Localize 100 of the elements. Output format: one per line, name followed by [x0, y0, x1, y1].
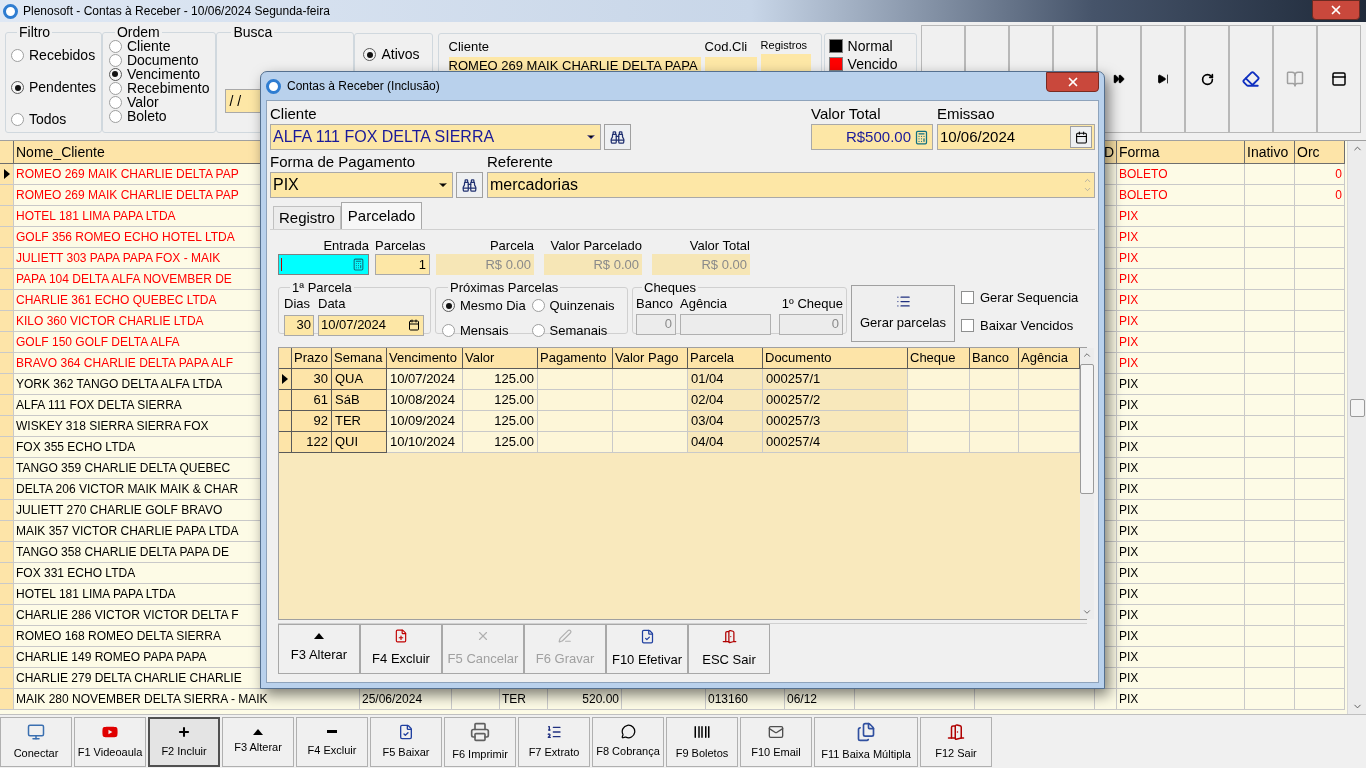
table-cell: 000257/4: [763, 432, 908, 453]
radio-button[interactable]: Mesmo Dia: [442, 296, 532, 316]
count-field[interactable]: [760, 54, 811, 71]
radio-button[interactable]: Pendentes: [11, 77, 96, 98]
generate-button[interactable]: Gerar parcelas: [851, 285, 955, 342]
payment-combobox[interactable]: PIX: [270, 172, 453, 198]
column-header[interactable]: Cheque: [908, 348, 970, 369]
table-cell: PIX: [1117, 353, 1245, 374]
text-area[interactable]: mercadorias: [487, 172, 1095, 198]
column-header[interactable]: Agência: [1019, 348, 1080, 369]
radio-button[interactable]: Documento: [108, 53, 210, 67]
radio-button[interactable]: Recebimento: [108, 81, 210, 95]
column-header[interactable]: Prazo: [292, 348, 332, 369]
scrollbar[interactable]: [1347, 141, 1366, 714]
table-cell: PIX: [1117, 290, 1245, 311]
table-cell: BOLETO: [1117, 164, 1245, 185]
calculator-icon[interactable]: [914, 129, 929, 145]
toolbar-button[interactable]: F4 Excluir: [296, 717, 368, 767]
radio-button[interactable]: Quinzenais: [531, 296, 621, 316]
radio-button[interactable]: Valor: [108, 95, 210, 109]
column-header[interactable]: Semana: [332, 348, 387, 369]
scrollbar[interactable]: [1080, 348, 1094, 619]
toolbar-button[interactable]: F6 Imprimir: [444, 717, 516, 767]
checkbox[interactable]: Baixar Vencidos: [961, 315, 1079, 335]
table-cell: PIX: [1117, 647, 1245, 668]
column-header[interactable]: Banco: [970, 348, 1019, 369]
table-cell: PIX: [1117, 437, 1245, 458]
radio-button[interactable]: Semanais: [531, 320, 621, 340]
toolbar-button[interactable]: F1 Videoaula: [74, 717, 146, 767]
toolbar-button[interactable]: Conectar: [0, 717, 72, 767]
field-label: Agência: [680, 295, 728, 313]
legend-label: Normal: [847, 36, 893, 56]
table-cell: 000257/1: [763, 369, 908, 390]
date-field[interactable]: 10/07/2024: [318, 314, 424, 336]
column-header[interactable]: Valor Pago: [613, 348, 688, 369]
column-header[interactable]: Valor: [463, 348, 538, 369]
action-button[interactable]: F3 Alterar: [278, 624, 360, 674]
field-label: Registros: [760, 38, 809, 53]
amount-field[interactable]: R$500.00: [811, 124, 933, 150]
number-field[interactable]: 30: [284, 314, 314, 336]
radio-button[interactable]: Vencimento: [108, 67, 210, 81]
calendar-icon[interactable]: [408, 319, 420, 331]
radio-button[interactable]: Boleto: [108, 109, 210, 123]
table-cell: PIX: [1117, 605, 1245, 626]
toolbar-button[interactable]: F12 Sair: [920, 717, 992, 767]
radio-button[interactable]: Mensais: [442, 320, 532, 340]
table-cell: PIX: [1117, 269, 1245, 290]
entry-field[interactable]: [278, 254, 369, 275]
field-label: Dias: [284, 295, 311, 313]
search-button[interactable]: [456, 172, 483, 198]
close-button[interactable]: [1312, 0, 1360, 20]
action-button[interactable]: ESC Sair: [688, 624, 770, 674]
client-combobox[interactable]: ALFA 111 FOX DELTA SIERRA: [270, 124, 601, 150]
row-indicator[interactable]: [279, 369, 292, 390]
column-header[interactable]: Documento: [763, 348, 908, 369]
list-icon: [895, 294, 911, 310]
scroll-up-icon[interactable]: [1082, 350, 1092, 360]
column-header[interactable]: Pagamento: [538, 348, 613, 369]
column-header[interactable]: Inativo: [1245, 141, 1295, 164]
table-cell: PIX: [1117, 395, 1245, 416]
radio-button[interactable]: Todos: [11, 109, 96, 130]
toolbar-button[interactable]: [1097, 25, 1141, 133]
toolbar-button[interactable]: F11 Baixa Múltipla: [814, 717, 918, 767]
spinner-icon[interactable]: [1083, 176, 1092, 194]
scroll-thumb[interactable]: [1349, 398, 1365, 417]
toolbar-button[interactable]: F5 Baixar: [370, 717, 442, 767]
action-button[interactable]: F4 Excluir: [360, 624, 442, 674]
date-field[interactable]: 10/06/2024: [937, 124, 1095, 150]
table-cell: 04/04: [688, 432, 763, 453]
table-cell: 10/08/2024: [387, 390, 463, 411]
scroll-down-icon[interactable]: [1082, 607, 1092, 617]
toolbar-button[interactable]: F8 Cobrança: [592, 717, 664, 767]
tab[interactable]: Parcelado: [340, 202, 423, 229]
radio-button[interactable]: Ativos: [363, 44, 424, 65]
tab[interactable]: Registro: [273, 206, 341, 229]
column-header[interactable]: Forma: [1117, 141, 1245, 164]
toolbar-button[interactable]: [1229, 25, 1273, 133]
column-header[interactable]: Parcela: [688, 348, 763, 369]
checkbox[interactable]: Gerar Sequencia: [961, 288, 1079, 308]
table-cell: PIX: [1117, 332, 1245, 353]
search-button[interactable]: [604, 124, 631, 150]
radio-button[interactable]: Cliente: [108, 39, 210, 53]
document-icon: [394, 629, 408, 644]
action-button[interactable]: F10 Efetivar: [606, 624, 688, 674]
column-header[interactable]: Vencimento: [387, 348, 463, 369]
toolbar-button[interactable]: F9 Boletos: [666, 717, 738, 767]
column-header[interactable]: Orc: [1295, 141, 1345, 164]
toolbar-button[interactable]: F3 Alterar: [222, 717, 294, 767]
app-logo-icon: [266, 78, 281, 94]
scroll-thumb[interactable]: [1080, 363, 1094, 494]
number-field[interactable]: 1: [375, 254, 430, 275]
toolbar-button[interactable]: F2 Incluir: [148, 717, 220, 767]
radio-button[interactable]: Recebidos: [11, 45, 96, 66]
close-button[interactable]: [1046, 72, 1099, 92]
calculator-icon[interactable]: [352, 258, 365, 271]
eraser-icon: [1242, 70, 1260, 88]
table-cell: 0: [1295, 185, 1345, 206]
toolbar-button[interactable]: F10 Email: [740, 717, 812, 767]
toolbar-button[interactable]: [1317, 25, 1361, 133]
toolbar-button[interactable]: F7 Extrato: [518, 717, 590, 767]
